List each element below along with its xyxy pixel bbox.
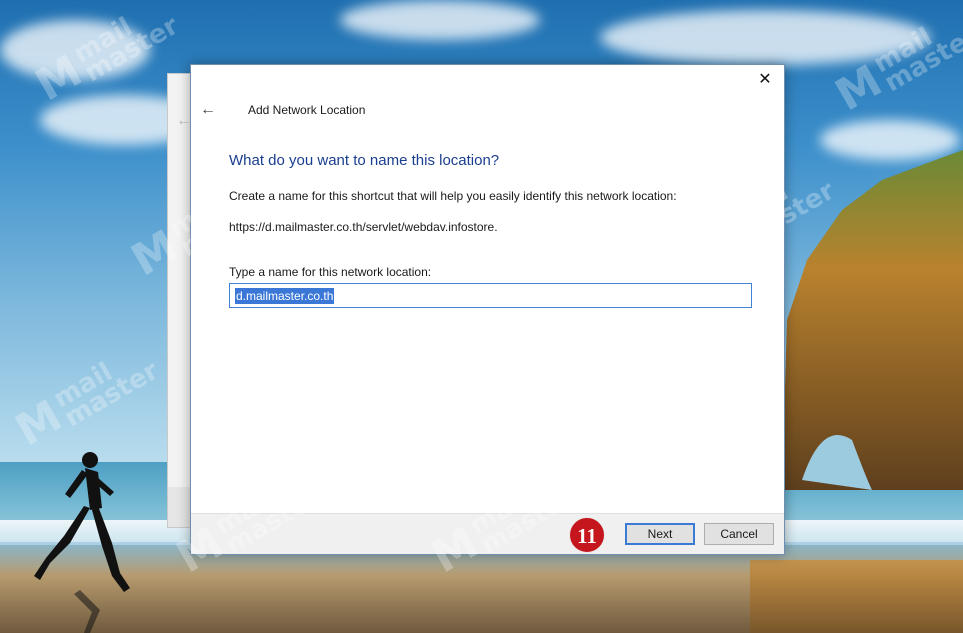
wizard-footer: Mmail master Mmail master 11 Next Cancel xyxy=(168,483,784,583)
location-name-label: Type a name for this network location: xyxy=(229,265,432,279)
runner-silhouette xyxy=(34,452,130,592)
wizard-title: Add Network Location xyxy=(248,103,366,117)
location-name-value: d.mailmaster.co.th xyxy=(235,288,335,304)
sea-cliff-image xyxy=(782,150,963,490)
page-heading: What do you want to name this location? xyxy=(229,152,500,169)
add-network-location-dialog: ✕ ← Add Network Location Mmail master Mma… xyxy=(123,64,840,583)
watermark-logo: Mmail master xyxy=(543,365,700,467)
location-name-input[interactable]: d.mailmaster.co.th xyxy=(229,283,752,308)
step-number-badge: 11 xyxy=(569,517,605,553)
next-button[interactable]: Next xyxy=(625,523,695,545)
watermark-logo: Mmail master xyxy=(268,365,425,467)
cliff-reflection xyxy=(750,560,963,633)
cloud xyxy=(340,0,540,40)
runner-reflection xyxy=(74,590,100,633)
instruction-text: Create a name for this shortcut that wil… xyxy=(229,189,677,203)
cloud xyxy=(600,10,930,65)
network-location-url: https://d.mailmaster.co.th/servlet/webda… xyxy=(229,220,498,234)
back-arrow-icon[interactable]: ← xyxy=(197,99,219,121)
cloud xyxy=(0,20,150,80)
cancel-button[interactable]: Cancel xyxy=(704,523,774,545)
close-icon[interactable]: ✕ xyxy=(752,69,778,91)
